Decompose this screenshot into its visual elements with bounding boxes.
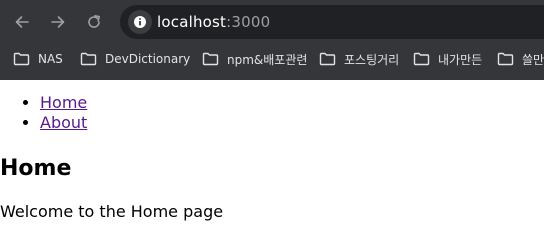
browser-chrome: localhost:3000 NAS DevDictionary npm&배포관… (0, 0, 544, 80)
bookmark-label: 내가만든 (438, 52, 483, 67)
bookmark-label: npm&배포관련 (227, 52, 308, 67)
bookmark-folder[interactable]: DevDictionary (80, 46, 190, 72)
nav-item-about: About (40, 113, 87, 133)
bookmark-folder[interactable]: 내가만든 (413, 46, 482, 72)
back-arrow-icon (15, 16, 29, 28)
page-title: Home (0, 156, 72, 181)
bookmark-label: DevDictionary (105, 52, 191, 66)
welcome-text: Welcome to the Home page (0, 202, 224, 221)
bookmarks-bar: NAS DevDictionary npm&배포관련 포스팅거리 내가만든 쓸만 (0, 46, 544, 72)
forward-arrow-icon (51, 16, 65, 28)
back-button[interactable] (8, 8, 36, 36)
bookmark-label: 포스팅거리 (344, 52, 400, 67)
bookmark-folder[interactable]: npm&배포관련 (202, 46, 307, 72)
folder-icon (202, 52, 219, 66)
bookmark-folder[interactable]: NAS (13, 46, 63, 72)
address-bar[interactable]: localhost:3000 (120, 5, 544, 39)
forward-button[interactable] (44, 8, 72, 36)
bookmark-folder[interactable]: 포스팅거리 (319, 46, 399, 72)
reload-button[interactable] (80, 8, 108, 36)
site-info-button[interactable] (128, 10, 152, 34)
nav-item-home: Home (40, 93, 87, 113)
folder-icon (319, 52, 336, 66)
url-host: localhost (157, 13, 227, 31)
folder-icon (413, 52, 430, 66)
reload-icon (88, 15, 100, 28)
bookmark-label: 쓸만 (522, 52, 544, 67)
folder-icon (497, 52, 514, 66)
folder-icon (13, 52, 30, 66)
page-content: Home About Home Welcome to the Home page (0, 80, 544, 250)
page-nav: Home About (0, 93, 87, 133)
browser-toolbar: localhost:3000 (0, 0, 544, 42)
bookmark-folder[interactable]: 쓸만 (497, 46, 544, 72)
site-info-icon (134, 16, 146, 28)
address-text: localhost:3000 (157, 12, 270, 32)
folder-icon (80, 52, 97, 66)
url-port: :3000 (226, 13, 271, 31)
home-link[interactable]: Home (40, 93, 87, 112)
about-link[interactable]: About (40, 113, 87, 132)
bookmark-label: NAS (38, 52, 63, 66)
